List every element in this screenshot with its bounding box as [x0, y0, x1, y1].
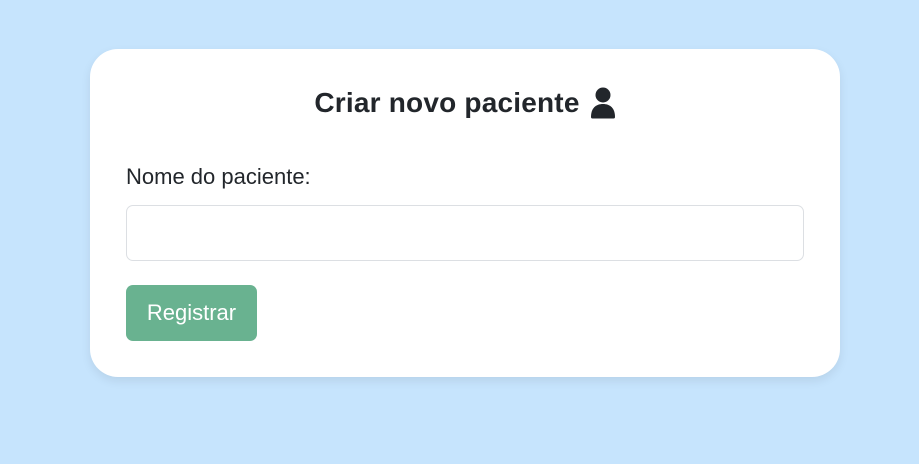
patient-name-input[interactable] — [126, 205, 804, 261]
patient-form-card: Criar novo paciente Nome do paciente: Re… — [90, 49, 840, 377]
user-icon — [590, 87, 616, 119]
form-title: Criar novo paciente — [314, 87, 580, 118]
register-button[interactable]: Registrar — [126, 285, 257, 341]
form-header: Criar novo paciente — [90, 87, 840, 119]
patient-name-label: Nome do paciente: — [126, 164, 311, 189]
